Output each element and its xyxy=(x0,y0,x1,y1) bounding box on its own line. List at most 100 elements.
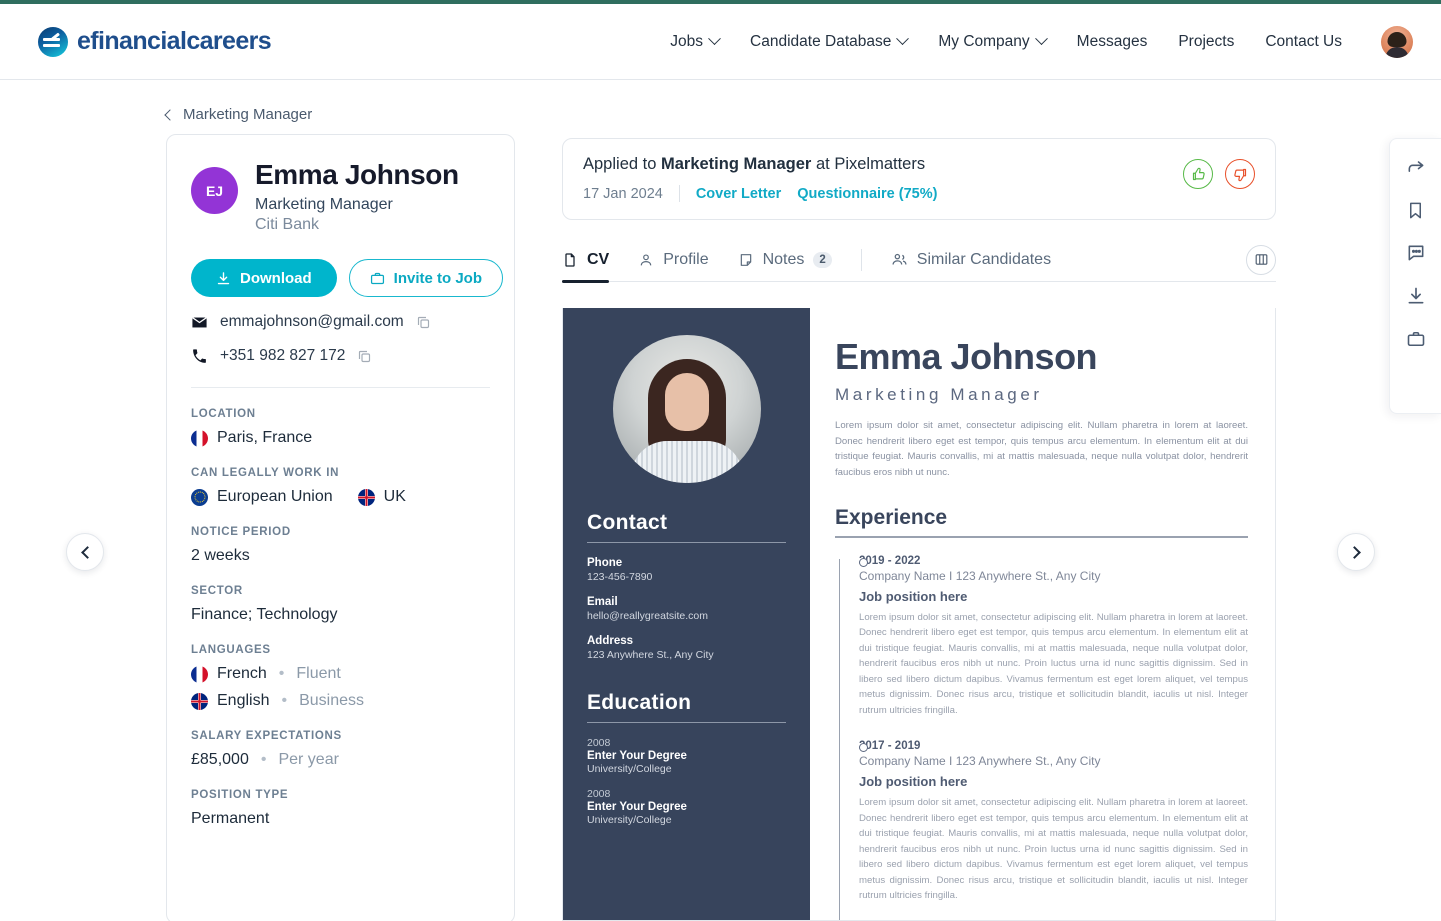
cv-role: Marketing Manager xyxy=(835,385,1043,404)
cv-contact-email-value: hello@reallygreatsite.com xyxy=(587,610,708,622)
nav-item-jobs[interactable]: Jobs xyxy=(670,32,721,51)
cv-experience-item: 2017 - 2019 Company Name I 123 Anywhere … xyxy=(859,740,1248,904)
side-action-toolbar xyxy=(1389,138,1441,414)
copy-icon[interactable] xyxy=(416,315,431,330)
chevron-left-icon xyxy=(164,108,176,121)
flag-uk-icon xyxy=(357,488,375,506)
cv-photo xyxy=(612,335,761,483)
field-value-position: Permanent xyxy=(191,810,270,827)
application-date: 17 Jan 2024 xyxy=(583,185,663,202)
nav-item-contact-us[interactable]: Contact Us xyxy=(1265,33,1342,51)
work-chip-eu: European Union xyxy=(191,488,333,506)
nav-label-candidate-database: Candidate Database xyxy=(750,32,892,50)
add-to-job-button[interactable] xyxy=(1404,327,1428,351)
separator-dot: • xyxy=(278,665,285,682)
comment-button[interactable] xyxy=(1404,241,1428,265)
tab-profile[interactable]: Profile xyxy=(638,238,709,282)
divider xyxy=(587,542,786,543)
tab-similar-candidates[interactable]: Similar Candidates xyxy=(891,238,1051,282)
invite-to-job-button[interactable]: Invite to Job xyxy=(348,259,504,297)
bookmark-icon xyxy=(1409,202,1422,218)
cv-photo-body xyxy=(630,441,743,483)
candidate-phone-row: +351 982 827 172 xyxy=(191,347,490,365)
cv-education-item: 2008 Enter Your Degree University/Colleg… xyxy=(587,737,786,775)
user-avatar[interactable] xyxy=(1381,25,1413,58)
cv-photo-face xyxy=(664,373,709,432)
flag-eu-icon xyxy=(191,488,208,506)
cv-education-school: University/College xyxy=(587,763,672,775)
tab-notes[interactable]: Notes 2 xyxy=(738,238,832,282)
cv-main-content: Emma Johnson Marketing Manager Lorem ips… xyxy=(810,308,1275,920)
cv-contact-email-key: Email xyxy=(587,596,618,608)
download-button[interactable]: Download xyxy=(191,259,337,297)
previous-candidate-button[interactable] xyxy=(66,533,104,571)
bookmark-button[interactable] xyxy=(1404,198,1428,222)
cv-name: Emma Johnson xyxy=(835,336,1098,377)
copy-icon[interactable] xyxy=(357,349,372,364)
download-icon xyxy=(217,271,230,284)
breadcrumb-back[interactable]: Marketing Manager xyxy=(164,106,312,123)
field-work-authorisation: CAN LEGALLY WORK IN European Union UK xyxy=(191,467,490,506)
separator-dot: • xyxy=(281,692,288,709)
thumbs-up-button[interactable] xyxy=(1183,159,1213,189)
candidate-email: emmajohnson@gmail.com xyxy=(220,313,404,330)
cv-contact-title: Contact xyxy=(587,511,668,534)
nav-item-my-company[interactable]: My Company xyxy=(938,32,1048,51)
field-languages: LANGUAGES French • Fluent English • Busi… xyxy=(191,644,490,710)
download-button[interactable] xyxy=(1404,284,1428,308)
applied-middle: at xyxy=(815,155,830,173)
questionnaire-link[interactable]: Questionnaire (75%) xyxy=(797,186,937,202)
cv-contact-address: Address 123 Anywhere St., Any City xyxy=(587,635,786,661)
app-header: efinancialcareers Jobs Candidate Databas… xyxy=(0,4,1441,80)
thumbs-down-icon xyxy=(1233,168,1246,181)
divider xyxy=(860,248,862,271)
field-value-language-french: French • Fluent xyxy=(191,665,490,683)
field-sector: SECTOR Finance; Technology xyxy=(191,585,490,624)
cv-experience-description: Lorem ipsum dolor sit amet, consectetur … xyxy=(859,797,1248,902)
share-button[interactable] xyxy=(1404,155,1428,179)
flag-uk-icon xyxy=(191,692,208,710)
work-chip-uk: UK xyxy=(357,488,406,506)
comment-icon xyxy=(1408,245,1423,261)
timeline-dot-icon xyxy=(859,557,868,567)
tab-similar-candidates-label: Similar Candidates xyxy=(916,250,1052,268)
nav-item-messages[interactable]: Messages xyxy=(1077,33,1148,51)
candidate-summary-card: EJ Emma Johnson Marketing Manager Citi B… xyxy=(166,134,515,921)
flag-france-icon xyxy=(191,665,208,683)
field-position-type: POSITION TYPE Permanent xyxy=(191,789,490,828)
cv-education-degree: Enter Your Degree xyxy=(587,801,687,813)
divider xyxy=(835,536,1248,538)
candidate-company: Citi Bank xyxy=(255,216,320,233)
tab-cv[interactable]: CV xyxy=(562,238,610,283)
cv-intro-text: Lorem ipsum dolor sit amet, consectetur … xyxy=(835,420,1248,478)
mail-icon xyxy=(192,316,207,327)
cv-education-item: 2008 Enter Your Degree University/Colleg… xyxy=(587,788,786,826)
cv-experience-years: 2017 - 2019 xyxy=(859,740,921,753)
cv-contact-address-value: 123 Anywhere St., Any City xyxy=(587,649,714,661)
field-label-languages: LANGUAGES xyxy=(191,644,271,656)
briefcase-icon xyxy=(370,272,384,284)
language-english-name: English xyxy=(217,692,270,709)
rating-buttons xyxy=(1183,155,1255,189)
document-icon xyxy=(565,252,575,267)
cv-document-viewer[interactable]: Contact Phone 123-456-7890 Email hello@r… xyxy=(562,308,1276,921)
next-candidate-button[interactable] xyxy=(1337,533,1375,571)
candidate-actions: Download Invite to Job xyxy=(191,259,504,297)
nav-item-candidate-database[interactable]: Candidate Database xyxy=(750,32,910,51)
nav-item-projects[interactable]: Projects xyxy=(1178,33,1234,51)
cover-letter-link[interactable]: Cover Letter xyxy=(696,186,781,202)
cv-experience-description: Lorem ipsum dolor sit amet, consectetur … xyxy=(859,611,1248,716)
application-title: Applied to Marketing Manager at Pixelmat… xyxy=(583,155,937,174)
brand-logo[interactable]: efinancialcareers xyxy=(38,26,272,57)
field-notice-period: NOTICE PERIOD 2 weeks xyxy=(191,526,490,565)
cv-experience-timeline: 2019 - 2022 Company Name I 123 Anywhere … xyxy=(835,555,1248,920)
logo-mark-icon xyxy=(38,26,68,57)
thumbs-down-button[interactable] xyxy=(1225,159,1255,189)
cv-education-year: 2008 xyxy=(587,737,611,749)
columns-icon xyxy=(1255,254,1267,265)
cv-contact-phone-key: Phone xyxy=(587,557,623,569)
application-meta: 17 Jan 2024 Cover Letter Questionnaire (… xyxy=(583,185,937,202)
layout-toggle-button[interactable] xyxy=(1246,244,1276,275)
avatar: EJ xyxy=(191,167,238,214)
page-body: Marketing Manager EJ Emma Johnson Market… xyxy=(0,80,1441,921)
